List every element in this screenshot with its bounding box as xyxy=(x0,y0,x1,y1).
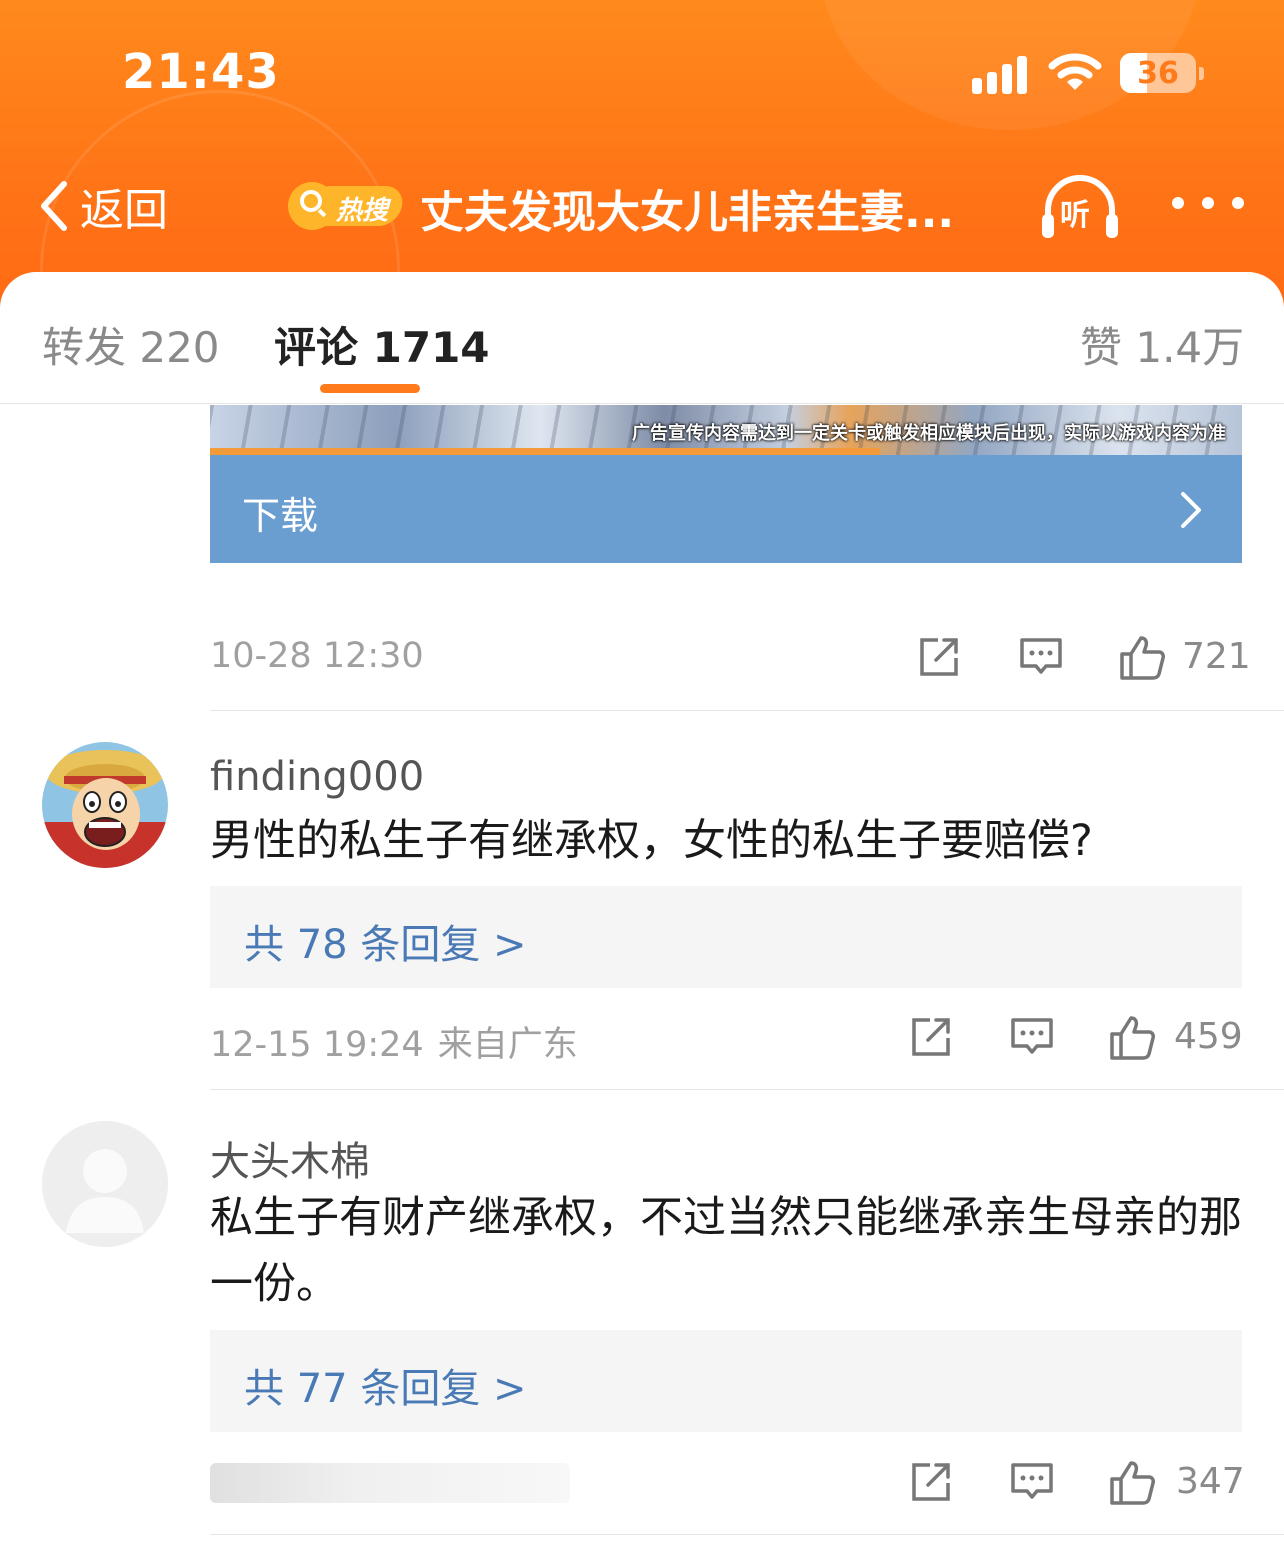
comment-text: 男性的私生子有继承权，女性的私生子要赔偿? xyxy=(210,816,1093,866)
status-bar: 21:43 36 xyxy=(0,0,1284,150)
divider xyxy=(210,1534,1284,1535)
comment-actions: 12-15 19:24 来自广东 459 xyxy=(210,1010,1243,1070)
thumbs-up-icon[interactable] xyxy=(1108,1459,1156,1507)
ad-disclaimer: 广告宣传内容需达到一定关卡或触发相应模块后出现，实际以游戏内容为准 xyxy=(632,423,1226,444)
battery-level: 36 xyxy=(1137,56,1179,91)
status-time: 21:43 xyxy=(122,44,280,100)
ad-card[interactable]: 广告宣传内容需达到一定关卡或触发相应模块后出现，实际以游戏内容为准 下载 xyxy=(210,405,1242,563)
back-button[interactable]: 返回 xyxy=(36,174,168,238)
tab-repost[interactable]: 转发 220 xyxy=(42,314,220,375)
divider xyxy=(210,1089,1284,1090)
replies-box[interactable]: 共 77 条回复 > xyxy=(210,1330,1242,1432)
comment-actions: 347 xyxy=(210,1455,1245,1515)
thumbs-up-icon[interactable] xyxy=(1108,1014,1156,1062)
like-count: 459 xyxy=(1174,1016,1243,1057)
post-actions: 10-28 12:30 721 xyxy=(210,630,1251,690)
more-icon[interactable] xyxy=(1172,188,1244,218)
divider xyxy=(210,710,1284,711)
username[interactable]: finding000 xyxy=(210,754,424,800)
username[interactable]: 大头木棉 xyxy=(210,1129,370,1187)
comment-icon[interactable] xyxy=(1009,1459,1055,1505)
battery-icon: 36 xyxy=(1120,53,1204,93)
timestamp: 10-28 12:30 xyxy=(210,636,424,676)
like-count: 347 xyxy=(1176,1461,1245,1502)
active-tab-indicator xyxy=(320,384,420,393)
replies-box[interactable]: 共 78 条回复 > xyxy=(210,886,1242,988)
battery-nub xyxy=(1199,67,1204,80)
default-avatar-icon xyxy=(42,1121,168,1247)
download-button[interactable]: 下载 xyxy=(210,455,1242,563)
tab-bar: 转发 220 评论 1714 赞 1.4万 xyxy=(0,272,1284,404)
share-icon[interactable] xyxy=(916,634,962,680)
detail-sheet: 转发 220 评论 1714 赞 1.4万 广告宣传内容需达到一定关卡或触发相应… xyxy=(0,272,1284,1563)
app-header: 21:43 36 返回 热搜 丈夫发现大女儿非亲生妻... 听 xyxy=(0,0,1284,310)
search-icon xyxy=(300,190,322,212)
back-label: 返回 xyxy=(80,185,168,236)
cellular-signal-icon xyxy=(972,54,1032,94)
listen-label: 听 xyxy=(1060,198,1090,233)
nav-bar: 返回 热搜 丈夫发现大女儿非亲生妻... 听 xyxy=(0,160,1284,250)
comment-meta: 12-15 19:24 来自广东 xyxy=(210,1016,578,1067)
tab-likes[interactable]: 赞 1.4万 xyxy=(1080,314,1244,375)
like-count: 721 xyxy=(1182,636,1251,677)
location: 来自广东 xyxy=(437,1025,578,1065)
chevron-right-icon xyxy=(1181,492,1201,528)
thumbs-up-icon[interactable] xyxy=(1118,634,1166,682)
timestamp: 12-15 19:24 xyxy=(210,1025,424,1065)
listen-button[interactable]: 听 xyxy=(1040,170,1120,242)
blurred-meta xyxy=(210,1463,570,1503)
chevron-left-icon xyxy=(41,181,67,231)
comment-text: 私生子有财产继承权，不过当然只能继承亲生母亲的那一份。 xyxy=(210,1193,1242,1309)
wifi-icon xyxy=(1048,53,1102,90)
page-title[interactable]: 丈夫发现大女儿非亲生妻... xyxy=(420,176,980,240)
hot-tag-label: 热搜 xyxy=(336,196,389,226)
download-label: 下载 xyxy=(242,494,319,538)
share-icon[interactable] xyxy=(908,1014,954,1060)
avatar-image xyxy=(42,742,168,868)
comment-icon[interactable] xyxy=(1018,634,1064,680)
ad-image[interactable]: 广告宣传内容需达到一定关卡或触发相应模块后出现，实际以游戏内容为准 xyxy=(210,405,1242,455)
hot-search-badge[interactable]: 热搜 xyxy=(288,178,406,234)
avatar[interactable] xyxy=(42,742,168,868)
tab-comments[interactable]: 评论 1714 xyxy=(274,314,490,375)
comment-icon[interactable] xyxy=(1009,1014,1055,1060)
replies-link[interactable]: 共 78 条回复 > xyxy=(244,912,527,970)
avatar[interactable] xyxy=(42,1121,168,1247)
share-icon[interactable] xyxy=(908,1459,954,1505)
ad-progress-bar xyxy=(210,448,880,455)
replies-link[interactable]: 共 77 条回复 > xyxy=(244,1356,527,1414)
